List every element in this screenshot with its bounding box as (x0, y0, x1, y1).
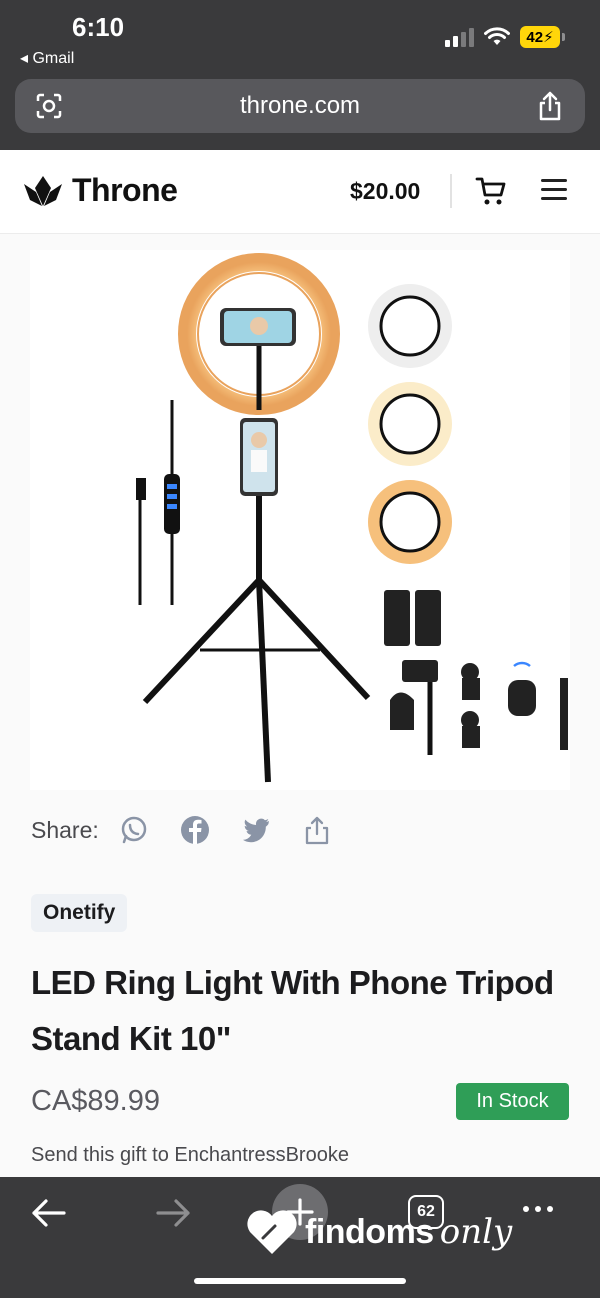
throne-logo[interactable]: Throne (22, 172, 178, 209)
share-icon[interactable] (537, 91, 563, 121)
address-bar[interactable]: throne.com (15, 79, 585, 133)
url-text: throne.com (239, 92, 361, 119)
brand-name: Throne (72, 172, 178, 208)
balance-amount[interactable]: $20.00 (350, 178, 420, 205)
stock-status-badge: In Stock (456, 1083, 569, 1120)
twitter-icon[interactable] (241, 815, 271, 845)
ring-light-illustration (136, 253, 568, 783)
back-arrow-icon[interactable] (28, 1195, 68, 1231)
home-indicator (194, 1278, 406, 1284)
findomsonly-watermark: findoms only (245, 1208, 512, 1256)
facebook-icon[interactable] (180, 815, 210, 845)
forward-arrow-icon[interactable] (154, 1195, 194, 1231)
cart-icon[interactable] (475, 175, 507, 207)
send-gift-text: Send this gift to EnchantressBrooke (31, 1144, 349, 1166)
more-options-icon[interactable] (523, 1206, 553, 1212)
back-app-label: Gmail (32, 50, 75, 67)
site-header: Throne $20.00 (0, 150, 600, 234)
product-image[interactable] (30, 250, 570, 790)
battery-icon: 42 ⚡ (520, 26, 565, 48)
seller-badge[interactable]: Onetify (31, 894, 128, 932)
watermark-word: findoms (305, 1212, 434, 1251)
browser-top-chrome: 6:10 ◂ Gmail 42 ⚡ throne.com (0, 0, 600, 150)
battery-level: 42 (526, 28, 544, 46)
status-indicators: 42 ⚡ (445, 26, 565, 48)
hamburger-menu-icon[interactable] (541, 179, 567, 201)
whatsapp-icon[interactable] (119, 815, 149, 845)
back-to-app-link[interactable]: ◂ Gmail (20, 48, 74, 68)
wifi-icon (484, 27, 510, 45)
page-scan-icon[interactable] (35, 92, 63, 120)
share-icon[interactable] (302, 815, 332, 845)
cellular-signal-icon (445, 27, 474, 47)
product-title: LED Ring Light With Phone Tripod Stand K… (31, 964, 554, 1057)
watermark-script: only (439, 1212, 513, 1252)
heart-logo-icon (247, 1210, 297, 1254)
status-time: 6:10 (72, 12, 125, 42)
share-label: Share: (31, 816, 99, 843)
share-row: Share: (31, 815, 363, 845)
header-divider (450, 174, 452, 208)
product-price: CA$89.99 (31, 1085, 160, 1117)
crown-logo-icon (24, 175, 62, 206)
